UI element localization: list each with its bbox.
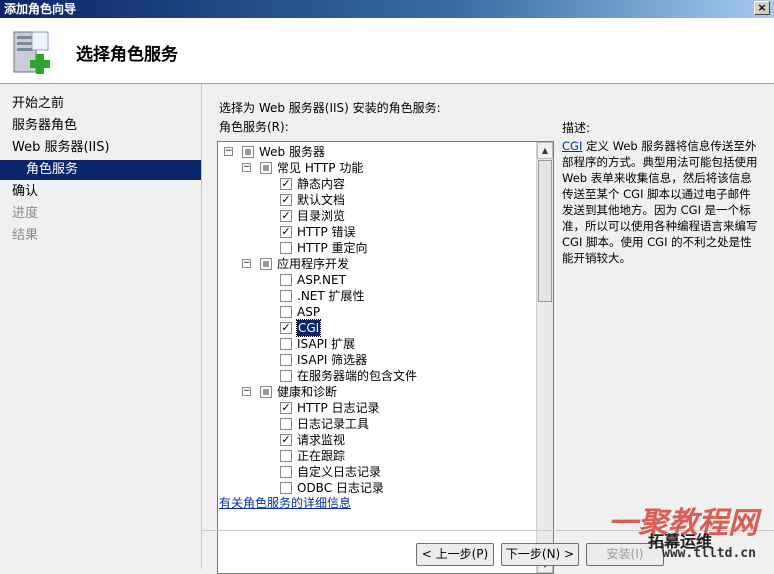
- tree-checkbox[interactable]: [280, 242, 292, 254]
- server-add-icon: [13, 31, 50, 74]
- tree-checkbox[interactable]: [280, 450, 292, 462]
- tree-expander[interactable]: −: [224, 147, 233, 156]
- description-link[interactable]: CGI: [562, 139, 582, 153]
- tree-item-label: .NET 扩展性: [297, 289, 365, 303]
- tree-item-label: 日志记录工具: [297, 417, 370, 431]
- tree-row[interactable]: ASP.NET: [218, 272, 536, 288]
- tree-row[interactable]: 正在跟踪: [218, 448, 536, 464]
- tree-row[interactable]: − 常见 HTTP 功能: [218, 160, 536, 176]
- tree-checkbox[interactable]: [280, 274, 292, 286]
- page-title: 选择角色服务: [76, 45, 178, 65]
- wizard-header: 选择角色服务: [0, 18, 774, 84]
- tree-item-label: ASP.NET: [297, 273, 346, 287]
- tree-item-label: 静态内容: [297, 177, 346, 191]
- tree-row[interactable]: ✓ HTTP 日志记录: [218, 400, 536, 416]
- back-button[interactable]: < 上一步(P): [416, 543, 494, 566]
- wizard-nav: 开始之前 服务器角色 Web 服务器(IIS) 角色服务 确认 进度 结果: [0, 84, 202, 569]
- tree-row[interactable]: ✓ HTTP 错误: [218, 224, 536, 240]
- tree-item-label: ISAPI 筛选器: [297, 353, 368, 367]
- tree-checkbox[interactable]: [260, 162, 272, 174]
- tree-expander[interactable]: −: [242, 387, 251, 396]
- tree-item-label: HTTP 日志记录: [297, 401, 380, 415]
- tree-row[interactable]: − Web 服务器: [218, 144, 536, 160]
- window-titlebar[interactable]: 添加角色向导 ×: [0, 0, 774, 18]
- tree-row[interactable]: − 应用程序开发: [218, 256, 536, 272]
- tree-row[interactable]: ✓ 静态内容: [218, 176, 536, 192]
- tree-checkbox[interactable]: [280, 338, 292, 350]
- tree-checkbox[interactable]: ✓: [280, 434, 292, 446]
- tree-row[interactable]: HTTP 重定向: [218, 240, 536, 256]
- close-button[interactable]: ×: [754, 1, 770, 15]
- tree-item-label: 正在跟踪: [297, 449, 346, 463]
- tree-item-label: ASP: [297, 305, 321, 319]
- tree-item-label: 在服务器端的包含文件: [297, 369, 418, 383]
- tree-item-label: CGI: [295, 319, 322, 337]
- window-title: 添加角色向导: [4, 2, 77, 16]
- role-services-label: 角色服务(R):: [219, 120, 289, 134]
- tree-checkbox[interactable]: ✓: [280, 226, 292, 238]
- tree-checkbox[interactable]: [260, 258, 272, 270]
- tree-checkbox[interactable]: [260, 386, 272, 398]
- tree-expander[interactable]: −: [242, 259, 251, 268]
- tree-item-label: 常见 HTTP 功能: [277, 161, 364, 175]
- nav-item-confirmation[interactable]: 确认: [12, 182, 38, 202]
- next-button[interactable]: 下一步(N) >: [501, 543, 579, 566]
- tree-checkbox[interactable]: [280, 354, 292, 366]
- tree-checkbox[interactable]: ✓: [280, 210, 292, 222]
- tree-checkbox[interactable]: ✓: [280, 178, 292, 190]
- nav-item-before-you-begin[interactable]: 开始之前: [12, 94, 64, 114]
- description-title: 描述:: [562, 121, 591, 135]
- tree-item-label: 请求监视: [297, 433, 346, 447]
- tree-row[interactable]: − 健康和诊断: [218, 384, 536, 400]
- tree-checkbox[interactable]: [242, 146, 254, 158]
- tree-row[interactable]: ✓ 默认文档: [218, 192, 536, 208]
- tree-item-label: HTTP 重定向: [297, 241, 368, 255]
- tree-item-label: 目录浏览: [297, 209, 346, 223]
- nav-item-progress: 进度: [12, 206, 39, 221]
- tree-row[interactable]: ✓ 目录浏览: [218, 208, 536, 224]
- nav-item-server-roles[interactable]: 服务器角色: [12, 116, 77, 136]
- tree-checkbox[interactable]: ✓: [280, 194, 292, 206]
- nav-item-role-services[interactable]: 角色服务: [0, 160, 201, 180]
- tree-checkbox[interactable]: [280, 370, 292, 382]
- description-text: CGI 定义 Web 服务器将信息传送至外部程序的方式。典型用法可能包括使用 W…: [562, 138, 762, 266]
- tree-checkbox[interactable]: [280, 306, 292, 318]
- tree-row[interactable]: 自定义日志记录: [218, 464, 536, 480]
- nav-item-web-server-iis[interactable]: Web 服务器(IIS): [12, 138, 110, 158]
- tree-row[interactable]: 日志记录工具: [218, 416, 536, 432]
- tree-item-label: 默认文档: [297, 193, 346, 207]
- tree-row[interactable]: .NET 扩展性: [218, 288, 536, 304]
- tree-item-label: 健康和诊断: [277, 385, 338, 399]
- instruction-text: 选择为 Web 服务器(IIS) 安装的角色服务:: [219, 101, 441, 115]
- tree-checkbox[interactable]: [280, 466, 292, 478]
- watermark: 一聚教程网 拓幕运维 www.tlltd.cn: [588, 498, 768, 568]
- tree-checkbox[interactable]: [280, 482, 292, 494]
- tree-checkbox[interactable]: [280, 290, 292, 302]
- tree-row[interactable]: ✓ CGI: [218, 319, 536, 337]
- tree-row[interactable]: ISAPI 扩展: [218, 336, 536, 352]
- watermark-url: www.tlltd.cn: [662, 546, 756, 561]
- tree-checkbox[interactable]: ✓: [280, 322, 292, 334]
- main-content: 选择为 Web 服务器(IIS) 安装的角色服务: 角色服务(R): − Web …: [202, 84, 774, 574]
- tree-row[interactable]: ISAPI 筛选器: [218, 352, 536, 368]
- nav-item-results: 结果: [12, 228, 39, 243]
- tree-checkbox[interactable]: ✓: [280, 402, 292, 414]
- scroll-up-button[interactable]: ▲: [537, 142, 553, 159]
- tree-row[interactable]: ASP: [218, 304, 536, 320]
- description-body: 定义 Web 服务器将信息传送至外部程序的方式。典型用法可能包括使用 Web 表…: [562, 139, 758, 265]
- tree-row[interactable]: 在服务器端的包含文件: [218, 368, 536, 384]
- tree-item-label: Web 服务器: [259, 145, 325, 159]
- tree-row[interactable]: ✓ 请求监视: [218, 432, 536, 448]
- tree-item-label: 自定义日志记录: [297, 465, 382, 479]
- tree-checkbox[interactable]: [280, 418, 292, 430]
- tree-expander[interactable]: −: [242, 163, 251, 172]
- tree-item-label: ISAPI 扩展: [297, 337, 356, 351]
- tree-scrollbar[interactable]: ▲ ▼: [536, 142, 553, 573]
- tree-item-label: 应用程序开发: [277, 257, 350, 271]
- tree-item-label: HTTP 错误: [297, 225, 356, 239]
- more-info-link[interactable]: 有关角色服务的详细信息: [219, 494, 351, 511]
- scroll-thumb[interactable]: [538, 160, 552, 302]
